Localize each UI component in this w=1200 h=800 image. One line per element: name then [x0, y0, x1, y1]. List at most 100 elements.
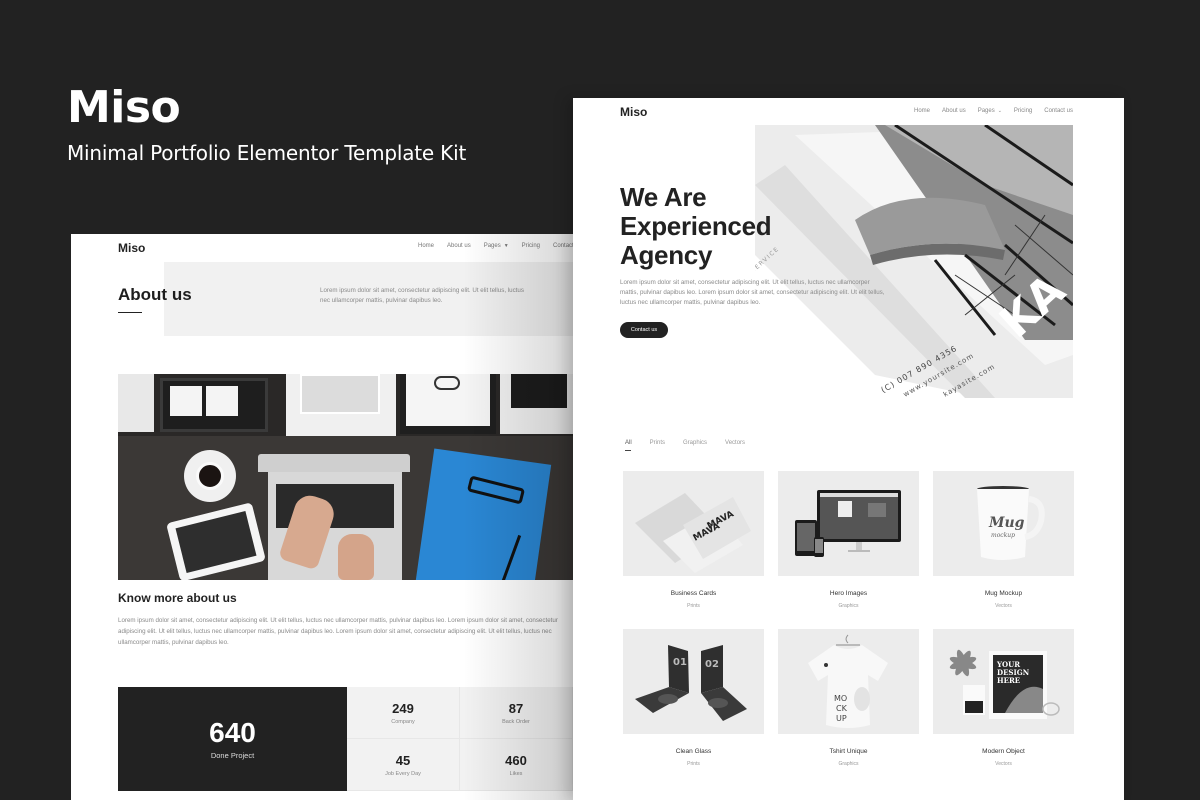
blue-folder [414, 448, 552, 580]
portfolio-title[interactable]: Mug Mockup [985, 590, 1022, 597]
svg-text:02: 02 [705, 659, 719, 670]
hero-title-line: We Are [620, 182, 707, 212]
scissors [434, 376, 460, 390]
stat-label: Job Every Day [385, 770, 421, 777]
portfolio-item[interactable]: 01 02 Clean Glass Prints [623, 629, 764, 787]
nav-pricing[interactable]: Pricing [1014, 108, 1032, 114]
nav-pages[interactable]: Pages ⌄ [978, 108, 1002, 114]
laptop [258, 454, 410, 472]
svg-text:mockup: mockup [991, 532, 1015, 539]
portfolio-category: Vectors [995, 603, 1012, 609]
nav-pages-label: Pages [483, 243, 501, 249]
svg-text:01: 01 [673, 657, 687, 668]
page-title: About us [118, 285, 192, 304]
portfolio-thumbnail[interactable] [778, 471, 919, 576]
nav-pricing[interactable]: Pricing [522, 243, 540, 249]
portfolio-thumbnail[interactable]: 01 02 [623, 629, 764, 734]
nav-contact[interactable]: Contact us [553, 243, 573, 249]
portfolio-thumbnail[interactable]: MO CK UP [778, 629, 919, 734]
wallet [511, 374, 567, 408]
filter-vectors[interactable]: Vectors [725, 440, 745, 446]
portfolio-item[interactable]: MAVA MAVA Business Cards Prints [623, 471, 764, 629]
stat-value: 45 [395, 752, 411, 768]
portfolio-item[interactable]: Mug mockup Mug Mockup Vectors [933, 471, 1074, 629]
portfolio-grid: MAVA MAVA Business Cards Prints Hero Ima… [623, 471, 1074, 787]
hero-image-art: KA SERVICE (C) 007 890 4356 www.yoursite… [755, 125, 1073, 398]
nav-contact[interactable]: Contact us [1044, 108, 1073, 114]
portfolio-title[interactable]: Hero Images [830, 590, 867, 597]
kit-subtitle: Minimal Portfolio Elementor Template Kit [67, 141, 467, 165]
stat-job-every-day: 45 Job Every Day [347, 739, 460, 791]
calculator [300, 374, 380, 414]
organizer-tray [118, 374, 154, 432]
sticky-note [170, 386, 202, 416]
devices-mockup-icon [795, 490, 901, 557]
title-underline [118, 312, 142, 313]
filter-graphics[interactable]: Graphics [683, 440, 707, 446]
portfolio-category: Vectors [995, 761, 1012, 767]
stat-label: Done Project [210, 751, 255, 760]
hero-title-line: Agency [620, 240, 713, 270]
nav-home[interactable]: Home [418, 243, 434, 249]
section-description: Lorem ipsum dolor sit amet, consectetur … [118, 617, 558, 646]
svg-text:UP: UP [836, 714, 847, 723]
stat-label: Company [391, 718, 415, 725]
hero-description: Lorem ipsum dolor sit amet, consectetur … [620, 279, 885, 306]
nav-pages[interactable]: Pages ▼ [484, 243, 509, 249]
filter-prints[interactable]: Prints [650, 440, 665, 446]
portfolio-item[interactable]: YOUR DESIGN HERE Modern Object Vectors [933, 629, 1074, 787]
contact-us-button[interactable]: Contact us [620, 322, 668, 338]
portfolio-category: Graphics [838, 761, 859, 767]
main-nav: Home About us Pages▼ Pricing Contact us [418, 243, 573, 249]
chevron-down-icon: ▼ [503, 243, 509, 249]
site-logo[interactable]: Miso [118, 241, 145, 255]
nav-home[interactable]: Home [914, 108, 930, 114]
site-logo[interactable]: Miso [620, 105, 647, 119]
stat-back-order: 87 Back Order [460, 687, 573, 739]
kit-title: Miso [67, 82, 181, 133]
portfolio-item[interactable]: MO CK UP Tshirt Unique Graphics [778, 629, 919, 787]
svg-text:CK: CK [836, 704, 848, 713]
main-nav: Home About us Pages ⌄ Pricing Contact us [914, 108, 1073, 114]
nav-about[interactable]: About us [447, 243, 471, 249]
stat-value: 460 [505, 752, 527, 768]
portfolio-category: Prints [687, 761, 700, 767]
business-cards-mockup-icon: MAVA MAVA [635, 493, 751, 573]
poster-mockup-icon: YOUR DESIGN HERE [949, 649, 1060, 719]
portfolio-title[interactable]: Business Cards [671, 590, 717, 597]
hero-image: KA SERVICE (C) 007 890 4356 www.yoursite… [755, 125, 1073, 398]
portfolio-filters: All Prints Graphics Vectors [625, 440, 745, 451]
stat-value: 249 [392, 700, 414, 716]
portfolio-thumbnail[interactable]: YOUR DESIGN HERE [933, 629, 1074, 734]
stat-label: Likes [509, 770, 523, 777]
portfolio-thumbnail[interactable]: Mug mockup [933, 471, 1074, 576]
foldable-phones-mockup-icon: 01 02 [635, 645, 747, 721]
stat-value: 87 [508, 700, 524, 716]
portfolio-title[interactable]: Clean Glass [676, 748, 711, 755]
filter-all[interactable]: All [625, 440, 632, 451]
hero-title-line: Experienced [620, 211, 772, 241]
portfolio-title[interactable]: Modern Object [982, 748, 1025, 755]
stat-label: Back Order [502, 718, 530, 725]
hand [338, 534, 374, 580]
chevron-down-icon: ⌄ [997, 108, 1002, 114]
portfolio-thumbnail[interactable]: MAVA MAVA [623, 471, 764, 576]
hero-title: We Are Experienced Agency [620, 182, 772, 270]
svg-text:Mug: Mug [988, 515, 1025, 531]
portfolio-item[interactable]: Hero Images Graphics [778, 471, 919, 629]
workspace-photo [118, 374, 573, 580]
home-page-preview: Miso Home About us Pages ⌄ Pricing Contac… [573, 98, 1124, 800]
hero-description: Lorem ipsum dolor sit amet, consectetur … [320, 287, 524, 304]
stat-likes: 460 Likes [460, 739, 573, 791]
portfolio-title[interactable]: Tshirt Unique [830, 748, 868, 755]
stat-company: 249 Company [347, 687, 460, 739]
tshirt-mockup-icon: MO CK UP [808, 634, 888, 728]
svg-text:MO: MO [834, 694, 847, 703]
section-title: Know more about us [118, 591, 237, 605]
sticky-note [206, 386, 238, 416]
stat-main: 640 Done Project [118, 687, 347, 791]
portfolio-category: Graphics [838, 603, 859, 609]
portfolio-category: Prints [687, 603, 700, 609]
nav-about[interactable]: About us [942, 108, 966, 114]
stat-value: 640 [209, 717, 256, 748]
